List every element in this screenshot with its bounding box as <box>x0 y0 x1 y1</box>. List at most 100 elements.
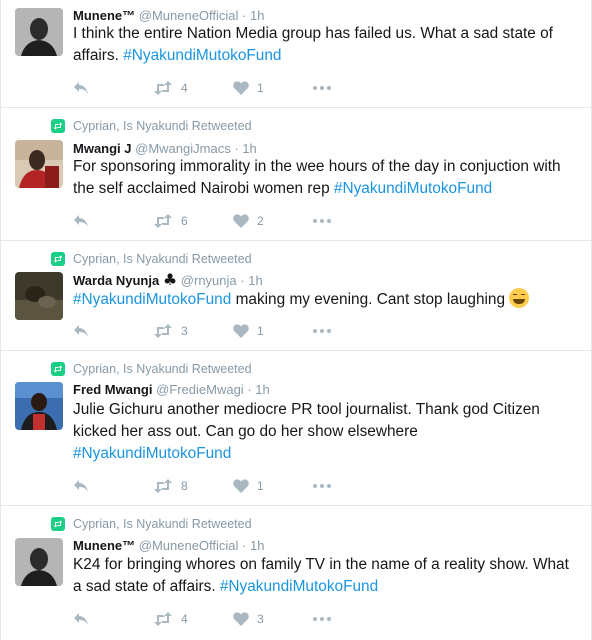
reply-icon <box>74 82 88 94</box>
more-button[interactable] <box>313 219 331 223</box>
separator: · <box>240 273 245 288</box>
more-icon <box>313 86 331 90</box>
more-button[interactable] <box>313 617 331 621</box>
retweet-count: 4 <box>181 612 188 626</box>
username[interactable]: @rnyunja <box>181 273 237 288</box>
tweet[interactable]: Munene™ @MuneneOfficial · 1h I think the… <box>1 0 591 108</box>
timestamp[interactable]: 1h <box>248 273 262 288</box>
retweet-icon <box>154 612 172 626</box>
tweet[interactable]: Cyprian, Is Nyakundi Retweeted Fred Mwan… <box>1 351 591 506</box>
avatar[interactable] <box>15 538 63 586</box>
reply-button[interactable] <box>73 612 153 626</box>
timestamp[interactable]: 1h <box>250 538 264 553</box>
username[interactable]: @FredieMwagi <box>156 382 244 397</box>
more-icon <box>313 329 331 333</box>
tweet-text: Julie Gichuru another mediocre PR tool j… <box>73 399 573 465</box>
retweet-context-text[interactable]: Cyprian, Is Nyakundi Retweeted <box>73 252 252 266</box>
more-icon <box>313 484 331 488</box>
avatar[interactable] <box>15 140 63 188</box>
like-count: 1 <box>257 324 264 338</box>
display-name[interactable]: Fred Mwangi <box>73 382 152 397</box>
avatar[interactable] <box>15 382 63 430</box>
like-count: 1 <box>257 479 264 493</box>
retweet-button[interactable]: 4 <box>153 81 233 95</box>
retweeted-icon <box>51 252 65 266</box>
display-name[interactable]: Mwangi J <box>73 141 132 156</box>
retweet-button[interactable]: 8 <box>153 479 233 493</box>
like-button[interactable]: 1 <box>233 324 313 338</box>
retweet-icon <box>154 324 172 338</box>
retweet-context-text[interactable]: Cyprian, Is Nyakundi Retweeted <box>73 119 252 133</box>
more-button[interactable] <box>313 329 331 333</box>
retweeted-icon <box>51 119 65 133</box>
retweet-button[interactable]: 6 <box>153 214 233 228</box>
timestamp[interactable]: 1h <box>250 8 264 23</box>
heart-icon <box>233 214 249 228</box>
avatar[interactable] <box>15 272 63 320</box>
retweeted-icon <box>51 517 65 531</box>
retweet-count: 6 <box>181 214 188 228</box>
retweet-context-text[interactable]: Cyprian, Is Nyakundi Retweeted <box>73 362 252 376</box>
more-button[interactable] <box>313 484 331 488</box>
tweet-body: Julie Gichuru another mediocre PR tool j… <box>73 401 540 440</box>
hashtag-link[interactable]: #NyakundiMutokoFund <box>73 445 231 462</box>
username[interactable]: @MwangiJmacs <box>135 141 231 156</box>
like-button[interactable]: 1 <box>233 479 313 493</box>
reply-button[interactable] <box>73 324 153 338</box>
retweet-button[interactable]: 3 <box>153 324 233 338</box>
tweet-text: For sponsoring immorality in the wee hou… <box>73 156 573 200</box>
retweet-context: Cyprian, Is Nyakundi Retweeted <box>51 251 252 267</box>
reply-button[interactable] <box>73 81 153 95</box>
username[interactable]: @MuneneOfficial <box>139 8 239 23</box>
hashtag-link[interactable]: #NyakundiMutokoFund <box>220 578 378 595</box>
name-emoji: ♣ <box>162 270 178 289</box>
more-icon <box>313 219 331 223</box>
reply-button[interactable] <box>73 479 153 493</box>
separator: · <box>247 382 252 397</box>
like-count: 1 <box>257 81 264 95</box>
reply-icon <box>74 325 88 337</box>
like-button[interactable]: 2 <box>233 214 313 228</box>
hashtag-link[interactable]: #NyakundiMutokoFund <box>73 291 231 308</box>
timestamp[interactable]: 1h <box>255 382 269 397</box>
tweet-header: Mwangi J @MwangiJmacs · 1h <box>73 141 257 157</box>
like-button[interactable]: 1 <box>233 81 313 95</box>
tweet[interactable]: Cyprian, Is Nyakundi Retweeted Mwangi J … <box>1 108 591 241</box>
reply-button[interactable] <box>73 214 153 228</box>
display-name[interactable]: Warda Nyunja <box>73 273 159 288</box>
avatar[interactable] <box>15 8 63 56</box>
tweet-text: K24 for bringing whores on family TV in … <box>73 554 573 598</box>
reply-icon <box>74 613 88 625</box>
tweet-header: Fred Mwangi @FredieMwagi · 1h <box>73 382 270 398</box>
tweet-actions: 6 2 <box>73 212 331 230</box>
timestamp[interactable]: 1h <box>242 141 256 156</box>
retweet-context: Cyprian, Is Nyakundi Retweeted <box>51 118 252 134</box>
reply-icon <box>74 480 88 492</box>
tweet[interactable]: Cyprian, Is Nyakundi Retweeted Warda Nyu… <box>1 241 591 351</box>
retweet-count: 8 <box>181 479 188 493</box>
tweet-actions: 4 1 <box>73 79 331 97</box>
tweet-text: #NyakundiMutokoFund making my evening. C… <box>73 288 573 311</box>
like-count: 3 <box>257 612 264 626</box>
like-button[interactable]: 3 <box>233 612 313 626</box>
heart-icon <box>233 612 249 626</box>
retweet-count: 4 <box>181 81 188 95</box>
more-icon <box>313 617 331 621</box>
tweet-header: Warda Nyunja ♣ @rnyunja · 1h <box>73 272 263 289</box>
display-name[interactable]: Munene™ <box>73 8 135 23</box>
separator: · <box>234 141 239 156</box>
tweet[interactable]: Cyprian, Is Nyakundi Retweeted Munene™ @… <box>1 506 591 640</box>
retweet-context-text[interactable]: Cyprian, Is Nyakundi Retweeted <box>73 517 252 531</box>
display-name[interactable]: Munene™ <box>73 538 135 553</box>
heart-icon <box>233 81 249 95</box>
hashtag-link[interactable]: #NyakundiMutokoFund <box>334 180 492 197</box>
hashtag-link[interactable]: #NyakundiMutokoFund <box>123 47 281 64</box>
username[interactable]: @MuneneOfficial <box>139 538 239 553</box>
heart-icon <box>233 324 249 338</box>
retweeted-icon <box>51 362 65 376</box>
more-button[interactable] <box>313 86 331 90</box>
retweet-icon <box>154 214 172 228</box>
retweet-button[interactable]: 4 <box>153 612 233 626</box>
separator: · <box>242 8 247 23</box>
retweet-icon <box>154 479 172 493</box>
